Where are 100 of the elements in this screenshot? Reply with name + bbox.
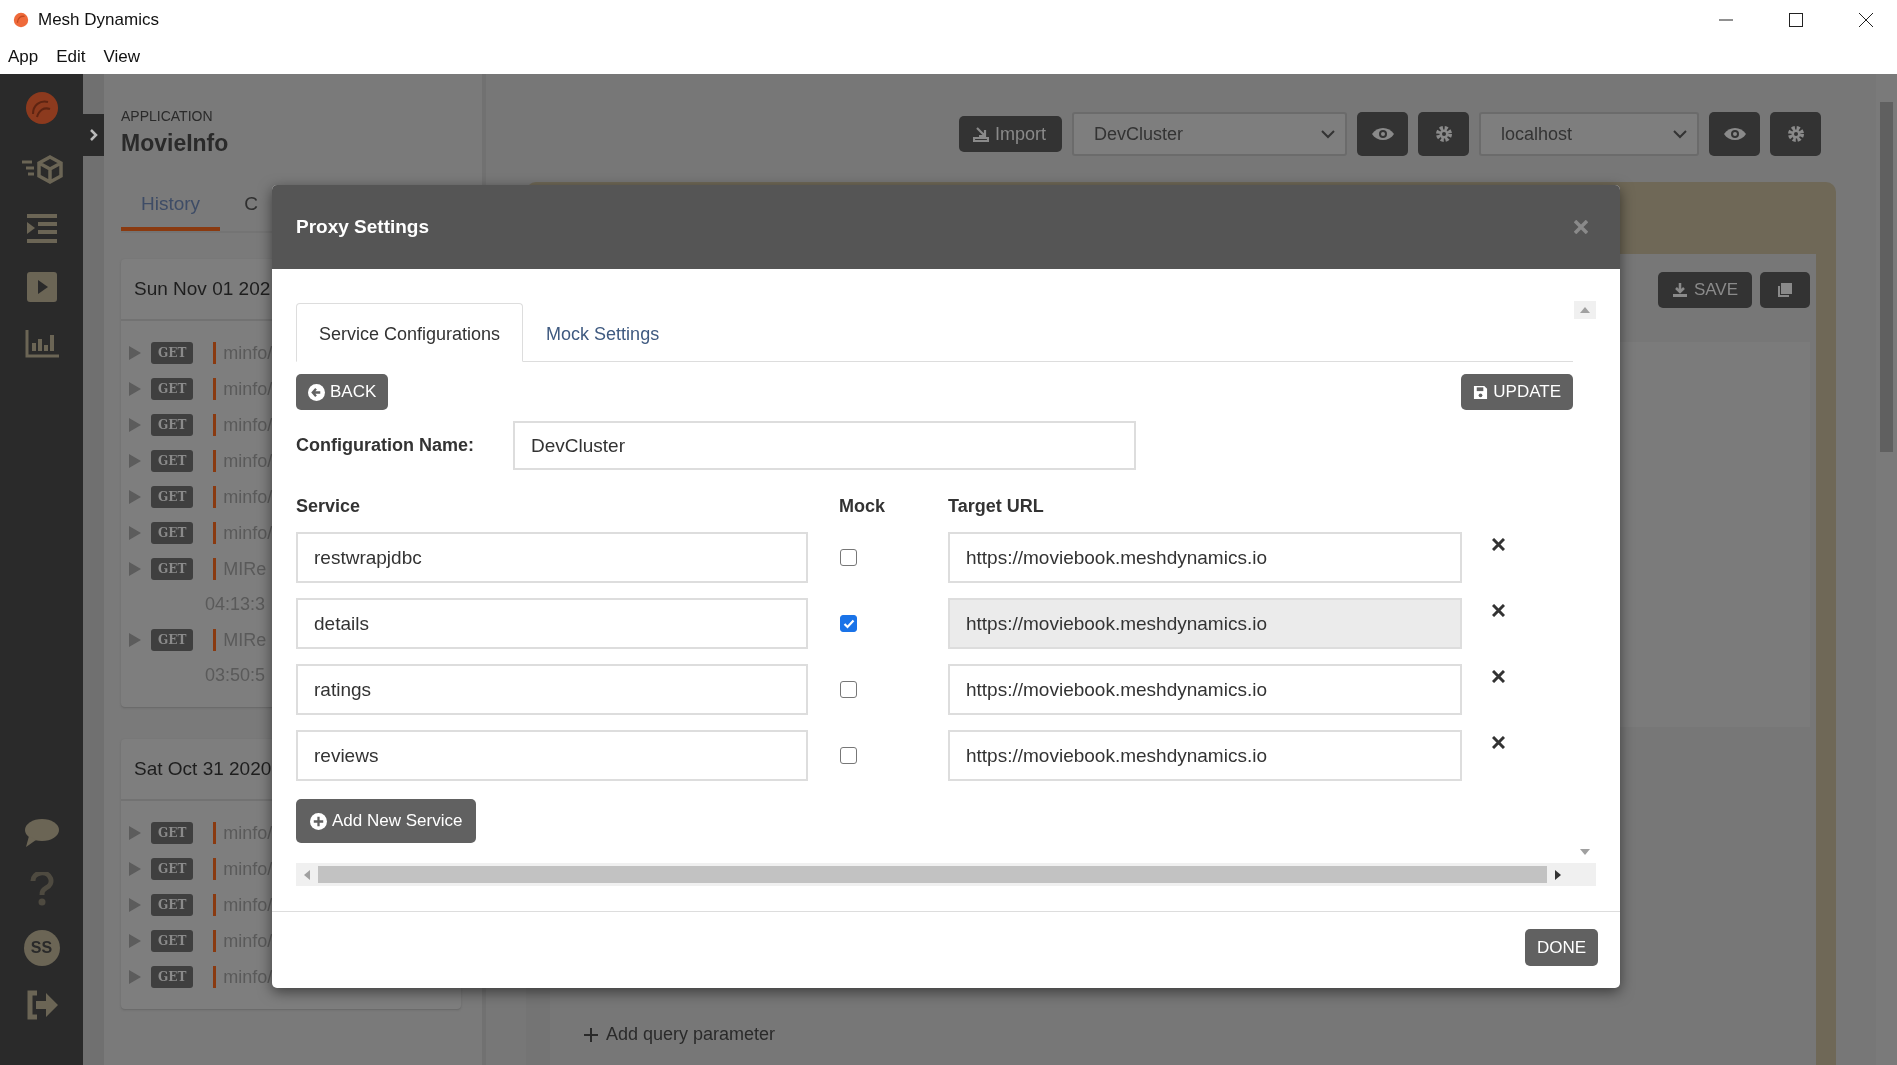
select-value: localhost (1501, 123, 1573, 145)
import-button[interactable]: Import (959, 116, 1062, 152)
expand-arrow-icon[interactable] (129, 418, 141, 432)
scroll-left-icon[interactable] (304, 869, 310, 880)
import-icon (973, 126, 989, 142)
mock-checkbox[interactable] (840, 549, 857, 566)
host-select[interactable]: localhost (1479, 112, 1699, 156)
add-new-service-button[interactable]: Add New Service (296, 799, 477, 843)
date-heading: Sun Nov 01 202 (134, 278, 271, 300)
method-badge: GET (151, 822, 194, 844)
application-name: MovieInfo (121, 130, 230, 157)
chat-icon[interactable] (23, 818, 60, 848)
configuration-name-field[interactable]: DevCluster (513, 421, 1136, 470)
column-header: Mock (838, 496, 886, 517)
delete-icon[interactable] (1492, 670, 1505, 683)
target-url-field[interactable]: https://moviebook.meshdynamics.io (948, 664, 1462, 715)
dialog-title: Proxy Settings (296, 216, 430, 238)
target-url-field[interactable]: https://moviebook.meshdynamics.io (948, 532, 1462, 583)
delete-icon[interactable] (1492, 604, 1505, 617)
delete-icon[interactable] (1492, 736, 1505, 749)
mock-checkbox[interactable] (840, 615, 857, 632)
eye-icon (1370, 127, 1395, 141)
copy-button[interactable] (1760, 272, 1810, 308)
app-logo-icon[interactable] (23, 90, 60, 126)
scrollbar-thumb[interactable] (318, 866, 1547, 883)
menu-item[interactable]: View (103, 47, 141, 67)
expand-arrow-icon[interactable] (129, 934, 141, 948)
maximize-icon[interactable] (1789, 13, 1803, 27)
scroll-right-icon[interactable] (1555, 869, 1561, 880)
column-header: Target URL (948, 496, 1045, 517)
plus-circle-icon (310, 812, 327, 830)
save-button[interactable]: SAVE (1657, 272, 1752, 308)
expand-arrow-icon[interactable] (129, 346, 141, 360)
method-badge: GET (151, 522, 194, 544)
method-badge: GET (151, 486, 194, 508)
download-icon (1671, 282, 1688, 298)
view-button[interactable] (1357, 112, 1408, 156)
target-url-field[interactable]: https://moviebook.meshdynamics.io (948, 730, 1462, 781)
expand-arrow-icon[interactable] (129, 862, 141, 876)
cube-icon[interactable] (19, 154, 64, 186)
expand-button[interactable] (83, 114, 104, 156)
select-value: DevCluster (1094, 123, 1184, 145)
arrow-left-circle-icon (308, 383, 325, 401)
play-icon[interactable] (26, 272, 57, 302)
scrollbar-thumb[interactable] (1880, 102, 1893, 452)
settings-icon (1786, 125, 1805, 143)
tab[interactable]: Mock Settings (523, 303, 683, 362)
date-heading: Sat Oct 31 2020 (134, 758, 272, 780)
column-header: Service (296, 496, 362, 517)
expand-arrow-icon[interactable] (129, 898, 141, 912)
window-title: Mesh Dynamics (38, 10, 159, 30)
bar-chart-icon[interactable] (24, 330, 59, 358)
expand-arrow-icon[interactable] (129, 826, 141, 840)
service-name-field[interactable]: ratings (296, 664, 808, 715)
mock-checkbox[interactable] (840, 747, 857, 764)
service-name-field[interactable]: restwrapjdbc (296, 532, 808, 583)
settings-icon (1434, 125, 1453, 143)
method-badge: GET (151, 894, 194, 916)
plus-icon (584, 1027, 598, 1042)
list-icon[interactable] (25, 214, 58, 244)
update-button[interactable]: UPDATE (1461, 374, 1573, 410)
back-button[interactable]: BACK (296, 374, 389, 410)
chevron-right-icon (88, 128, 99, 142)
delete-icon[interactable] (1492, 538, 1505, 551)
menu-item[interactable]: App (8, 47, 39, 67)
service-name-field[interactable]: details (296, 598, 808, 649)
tab[interactable]: Service Configurations (296, 303, 524, 362)
environment-select[interactable]: DevCluster (1072, 112, 1347, 156)
expand-arrow-icon[interactable] (129, 633, 141, 647)
method-badge: GET (151, 629, 194, 651)
service-name-field[interactable]: reviews (296, 730, 808, 781)
help-icon[interactable] (29, 872, 54, 906)
scroll-down-icon[interactable] (1579, 849, 1590, 855)
expand-arrow-icon[interactable] (129, 382, 141, 396)
expand-arrow-icon[interactable] (129, 970, 141, 984)
method-badge: GET (151, 558, 194, 580)
tab[interactable]: History (121, 193, 221, 231)
done-button[interactable]: DONE (1524, 929, 1598, 966)
section-label: APPLICATION (121, 108, 214, 124)
add-query-parameter-link[interactable]: Add query parameter (606, 1024, 776, 1045)
mock-checkbox[interactable] (840, 681, 857, 698)
copy-icon (1777, 282, 1793, 298)
app-logo-icon (12, 11, 30, 29)
method-badge: GET (151, 342, 194, 364)
settings-button[interactable] (1770, 112, 1821, 156)
eye-icon (1722, 127, 1747, 141)
scroll-up-icon[interactable] (1573, 301, 1596, 319)
user-avatar[interactable]: SS (23, 930, 60, 966)
expand-arrow-icon[interactable] (129, 454, 141, 468)
view-button[interactable] (1709, 112, 1760, 156)
expand-arrow-icon[interactable] (129, 490, 141, 504)
menu-item[interactable]: Edit (56, 47, 86, 67)
expand-arrow-icon[interactable] (129, 562, 141, 576)
chevron-down-icon (1321, 129, 1335, 139)
method-badge: GET (151, 378, 194, 400)
method-badge: GET (151, 930, 194, 952)
expand-arrow-icon[interactable] (129, 526, 141, 540)
close-icon[interactable] (1859, 13, 1873, 27)
settings-button[interactable] (1418, 112, 1469, 156)
method-badge: GET (151, 966, 194, 988)
